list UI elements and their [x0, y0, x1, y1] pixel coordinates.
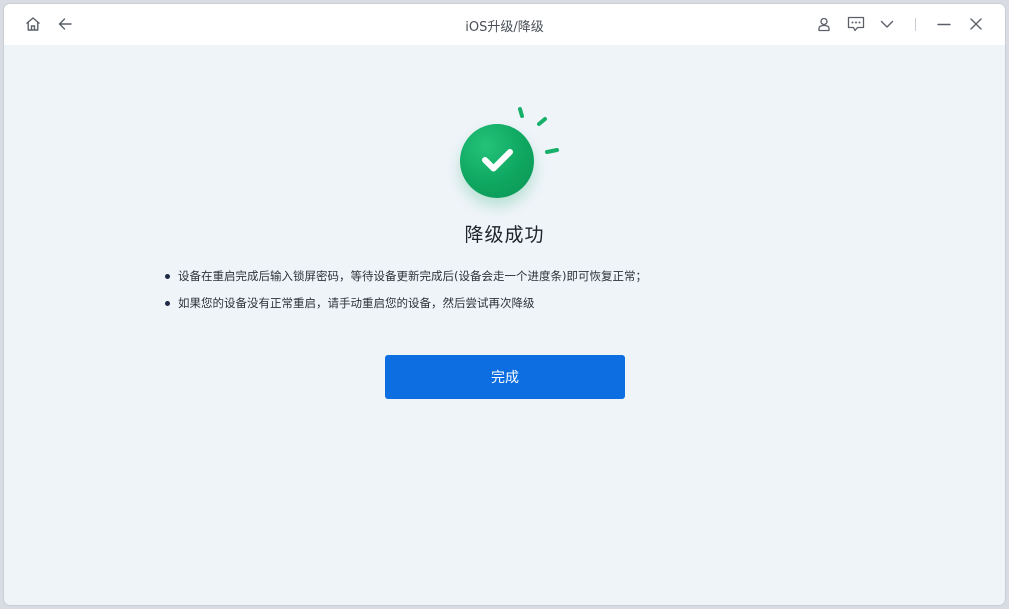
chevron-down-icon[interactable]	[877, 14, 897, 34]
instruction-item: 如果您的设备没有正常重启，请手动重启您的设备，然后尝试再次降级	[164, 293, 864, 320]
instruction-item: 设备在重启完成后输入锁屏密码，等待设备更新完成后(设备会走一个进度条)即可恢复正…	[164, 266, 864, 293]
user-icon[interactable]	[814, 14, 834, 34]
result-heading: 降级成功	[464, 224, 545, 246]
feedback-icon[interactable]	[846, 14, 866, 34]
minimize-icon[interactable]	[934, 14, 954, 34]
close-icon[interactable]	[966, 14, 986, 34]
app-window: iOS升级/降级 降级成功 设备在重启完成后输入锁屏密码，等待设备更新完成后(设…	[4, 4, 1005, 605]
instruction-list: 设备在重启完成后输入锁屏密码，等待设备更新完成后(设备会走一个进度条)即可恢复正…	[164, 266, 864, 320]
title-bar: iOS升级/降级	[4, 4, 1005, 45]
check-circle-icon	[454, 102, 564, 202]
titlebar-divider	[915, 18, 916, 31]
done-button[interactable]: 完成	[385, 355, 625, 399]
